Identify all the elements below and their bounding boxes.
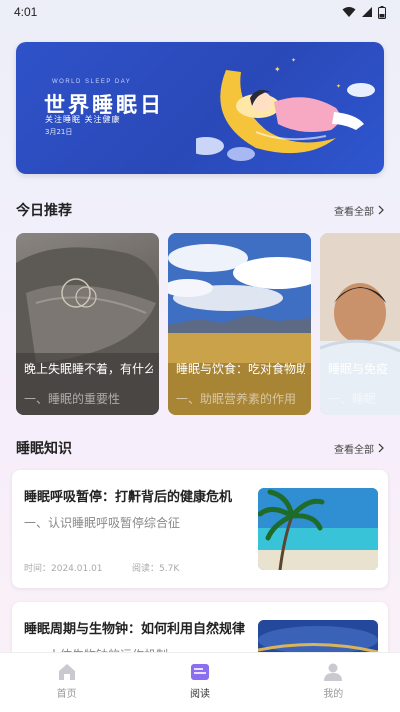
recommend-card-subtitle: 一、睡眠	[328, 392, 377, 406]
status-icons	[342, 5, 386, 19]
today-title: 今日推荐	[16, 203, 72, 219]
svg-text:✦: ✦	[336, 83, 341, 90]
home-icon	[58, 664, 75, 680]
sleeping-man-image	[320, 233, 400, 415]
svg-text:✦: ✦	[274, 65, 281, 74]
tab-reading-label: 阅读	[189, 689, 210, 700]
recommend-card[interactable]: 睡眠与免疫 一、睡眠	[320, 233, 400, 415]
article-time: 时间：2024.01.01	[24, 564, 103, 574]
status-time: 4:01	[14, 5, 38, 19]
chevron-right-icon	[378, 205, 384, 215]
tab-mine-label: 我的	[323, 689, 344, 700]
banner[interactable]: WORLD SLEEP DAY 世界睡眠日 关注睡眠 关注健康 3月21日 ✦ …	[16, 42, 384, 174]
pillow-image	[16, 247, 159, 415]
bottom-tab-bar: 首页 阅读 我的	[0, 652, 400, 712]
beach-palm-image	[258, 488, 378, 570]
recommend-card-title: 睡眠与免疫	[328, 362, 389, 376]
chevron-right-icon	[378, 443, 384, 453]
banner-english-title: WORLD SLEEP DAY	[52, 79, 132, 85]
article-meta: 时间：2024.01.01 阅读：5.7K	[24, 561, 179, 574]
article-card[interactable]: 睡眠呼吸暂停：打鼾背后的健康危机 一、认识睡眠呼吸暂停综合征 时间：2024.0…	[12, 470, 388, 588]
banner-subtitle: 关注睡眠 关注健康	[45, 115, 121, 124]
knowledge-title: 睡眠知识	[16, 441, 72, 457]
article-read-count: 阅读：5.7K	[132, 564, 180, 574]
status-bar: 4:01	[0, 0, 400, 24]
book-icon	[190, 664, 209, 680]
tab-mine[interactable]: 我的	[267, 653, 400, 712]
article-title: 睡眠呼吸暂停：打鼾背后的健康危机	[24, 490, 233, 505]
grassland-sky-image	[168, 233, 311, 415]
signal-icon	[362, 7, 372, 17]
sleeping-girl-moon-illustration: ✦ ✦ ✦	[196, 57, 375, 161]
article-title: 睡眠周期与生物钟：如何利用自然规律	[24, 622, 246, 637]
today-more-label: 查看全部	[334, 206, 374, 218]
recommend-card[interactable]: 睡眠与饮食：吃对食物助眠 一、助眠营养素的作用	[168, 233, 311, 415]
knowledge-more-label: 查看全部	[334, 444, 374, 456]
recommend-card-subtitle: 一、睡眠的重要性	[24, 392, 121, 406]
tab-home[interactable]: 首页	[0, 653, 133, 712]
recommend-card-title: 晚上失眠睡不着，有什么好的方法	[24, 362, 153, 376]
today-header: 今日推荐 查看全部	[16, 200, 384, 220]
wifi-icon	[342, 7, 356, 17]
knowledge-header: 睡眠知识 查看全部	[16, 438, 384, 458]
user-icon	[324, 663, 343, 681]
tab-home-label: 首页	[56, 689, 77, 700]
article-subtitle: 一、认识睡眠呼吸暂停综合征	[24, 516, 181, 530]
today-more-button[interactable]: 查看全部	[334, 203, 384, 218]
battery-icon	[378, 5, 386, 19]
recommend-card-title: 睡眠与饮食：吃对食物助眠	[176, 362, 305, 376]
svg-text:✦: ✦	[291, 57, 296, 64]
knowledge-more-button[interactable]: 查看全部	[334, 441, 384, 456]
banner-date: 3月21日	[45, 128, 73, 136]
article-thumbnail	[258, 488, 378, 570]
recommend-card-subtitle: 一、助眠营养素的作用	[176, 392, 297, 406]
recommend-card[interactable]: 晚上失眠睡不着，有什么好的方法 一、睡眠的重要性	[16, 233, 159, 415]
tab-reading[interactable]: 阅读	[133, 653, 266, 712]
